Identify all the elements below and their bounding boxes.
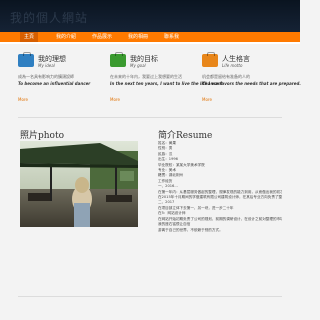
feature-section: 我的理想 My ideal 成為一名具有影响力的擴頭設師 To become a…: [18, 52, 301, 114]
page: 我的個人網站 主頁 我的介紹 作品展示 我的相冊 聯系我 我的理想 My ide…: [0, 0, 301, 320]
more-link[interactable]: More: [110, 97, 120, 102]
feature-subtitle: Life motto: [222, 63, 243, 68]
briefcase-icon: [110, 52, 126, 67]
resume-line: 在2015年十月期间的学做建筑有限公司建筑设计师，在其后专业方向负责了整体项目及…: [158, 195, 282, 200]
photo-heading: 照片photo: [20, 131, 65, 141]
feature-text-en: Chance favors the needs that are prepare…: [202, 81, 301, 86]
photo-image: [20, 141, 138, 227]
feature-text: 机会都是留给有准备的人的: [202, 74, 250, 79]
section-divider: [18, 117, 282, 118]
resume-heading: 简介Resume: [158, 131, 213, 141]
feature-subtitle: My goal: [130, 63, 146, 68]
feature-motto: 人生格言 Life motto 机会都是留给有准备的人的 Chance favo…: [202, 52, 301, 112]
nav-item-contact[interactable]: 聯系我: [160, 32, 183, 42]
resume-text: 姓名：黄果 性别：男 民族：汉 出生：1996 毕业院校：某某大学美术学院 专业…: [158, 141, 282, 233]
briefcase-icon: [202, 52, 218, 67]
nav-item-home[interactable]: 主頁: [20, 32, 39, 42]
footer-divider: [18, 296, 282, 297]
feature-text: 在未来的十年内，我要过上我想要的生活: [110, 74, 182, 79]
site-title: 我的個人網站: [10, 11, 89, 25]
feature-ideal: 我的理想 My ideal 成為一名具有影响力的擴頭設師 To become a…: [18, 52, 98, 112]
more-link[interactable]: More: [18, 97, 28, 102]
feature-text-en: To become an influential dancer: [18, 81, 91, 86]
feature-subtitle: My ideal: [38, 63, 55, 68]
more-link[interactable]: More: [202, 97, 212, 102]
nav-item-about[interactable]: 我的介紹: [52, 32, 80, 42]
nav-item-works[interactable]: 作品展示: [88, 32, 116, 42]
photo-illustration: [20, 141, 138, 227]
resume-line: 游离于自己的世界，不依赖于别的方式。: [158, 227, 223, 232]
feature-text: 成為一名具有影响力的擴頭設師: [18, 74, 74, 79]
feature-goal: 我的目标 My goal 在未来的十年内，我要过上我想要的生活 In the n…: [110, 52, 223, 112]
nav-underline: [0, 42, 300, 44]
nav-item-album[interactable]: 我的相冊: [124, 32, 152, 42]
briefcase-icon: [18, 52, 34, 67]
main-nav: 主頁 我的介紹 作品展示 我的相冊 聯系我: [0, 32, 300, 42]
